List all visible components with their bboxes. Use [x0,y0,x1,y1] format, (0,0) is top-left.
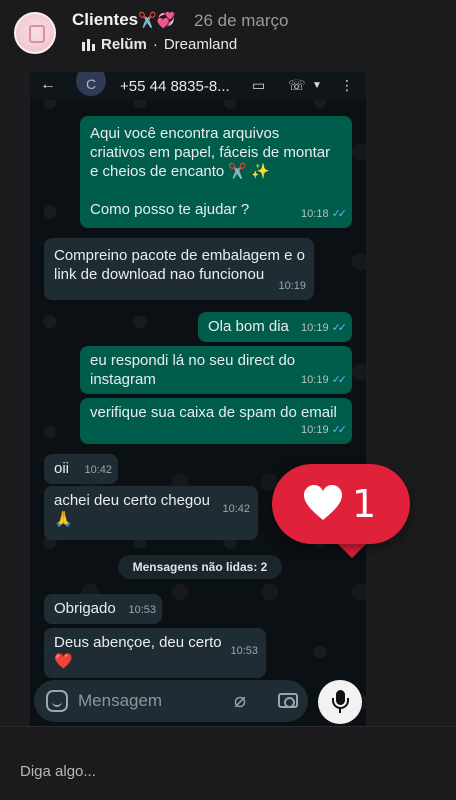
mic-icon [332,690,349,709]
message-time: 10:18 ✓✓ [301,208,348,220]
message-bubble-outgoing[interactable]: Aqui você encontra arquivos criativos em… [80,116,352,228]
music-attribution[interactable]: Relŭm · Dreamland [82,36,237,53]
message-text: verifique sua caixa de spam do email [90,404,337,421]
mic-stand [339,708,341,713]
story-date: 26 de março [194,11,289,30]
chat-topbar: ← C +55 44 8835-8... ▭ ☏ ▼ ⋮ [30,72,366,100]
music-artist: Dreamland [163,36,238,53]
unread-messages-divider: Mensagens não lidas: 2 [118,555,282,579]
message-bubble-outgoing[interactable]: Ola bom dia 10:19 ✓✓ [198,312,352,342]
read-ticks-icon: ✓✓ [331,374,348,386]
message-time: 10:19 ✓✓ [301,424,348,436]
like-count: 1 [352,482,377,526]
attach-icon[interactable]: ⌀ [234,688,246,713]
message-time: 10:19 ✓✓ [301,374,348,386]
message-bubble-incoming[interactable]: achei deu certo chegou 🙏 10:42 [44,486,258,540]
message-input-row: Mensagem ⌀ [30,676,366,726]
message-input[interactable]: Mensagem ⌀ [34,680,308,722]
story-username-text: Clientes [72,10,139,29]
read-ticks-icon: ✓✓ [331,208,348,220]
message-text: Aqui você encontra arquivos criativos em… [90,125,331,218]
chat-screenshot: ← C +55 44 8835-8... ▭ ☏ ▼ ⋮ Aqui você e… [30,72,366,726]
camera-icon[interactable] [278,693,298,708]
sticker-icon[interactable] [46,690,68,712]
music-song: Relŭm [101,36,147,53]
message-time: 10:19 ✓✓ [301,322,348,334]
story-avatar[interactable] [14,12,56,54]
message-bubble-incoming[interactable]: Compreino pacote de embalagem e o link d… [44,238,314,300]
message-text: Ola bom dia [208,318,289,335]
read-ticks-icon: ✓✓ [331,322,348,334]
music-bars-icon [82,38,95,51]
message-input-placeholder: Mensagem [78,691,163,710]
message-bubble-outgoing[interactable]: verifique sua caixa de spam do email 10:… [80,398,352,444]
message-bubble-incoming[interactable]: Obrigado 10:53 [44,594,162,624]
message-time: 10:53 [230,645,258,657]
message-text: Deus abençoe, deu certo ❤️ [54,634,222,670]
message-text: achei deu certo chegou 🙏 [54,492,210,528]
like-sticker[interactable]: 1 [272,464,410,559]
message-time: 10:19 [278,280,306,292]
video-call-icon[interactable]: ▭ [252,77,265,94]
music-separator: · [152,36,158,53]
message-text: Compreino pacote de embalagem e o link d… [54,247,305,283]
message-text: eu respondi lá no seu direct do instagra… [90,352,296,388]
read-ticks-icon: ✓✓ [331,424,348,436]
call-dropdown-icon[interactable]: ▼ [312,80,322,91]
heart-icon [304,485,342,520]
back-arrow-icon[interactable]: ← [40,76,56,94]
message-text: Obrigado [54,600,116,617]
message-bubble-incoming[interactable]: Deus abençoe, deu certo ❤️ 10:53 [44,628,266,678]
story-header: Clientes✂️💞 26 de março Relŭm · Dreamlan… [0,0,456,72]
contact-phone-number[interactable]: +55 44 8835-8... [120,78,230,95]
story-username[interactable]: Clientes✂️💞 [72,10,176,30]
contact-avatar[interactable]: C [76,72,106,96]
menu-dots-icon[interactable]: ⋮ [340,77,354,94]
message-bubble-incoming[interactable]: oii 10:42 [44,454,118,484]
reply-input-placeholder: Diga algo... [20,763,96,780]
message-time: 10:42 [222,503,250,515]
message-text: oii [54,460,70,477]
phone-icon[interactable]: ☏ [288,77,306,94]
message-bubble-outgoing[interactable]: eu respondi lá no seu direct do instagra… [80,346,352,394]
message-time: 10:42 [84,464,112,476]
story-reply-bar[interactable]: Diga algo... [0,726,456,800]
mic-button[interactable] [318,680,362,724]
message-time: 10:53 [128,604,156,616]
story-username-emoji: ✂️💞 [138,12,176,29]
